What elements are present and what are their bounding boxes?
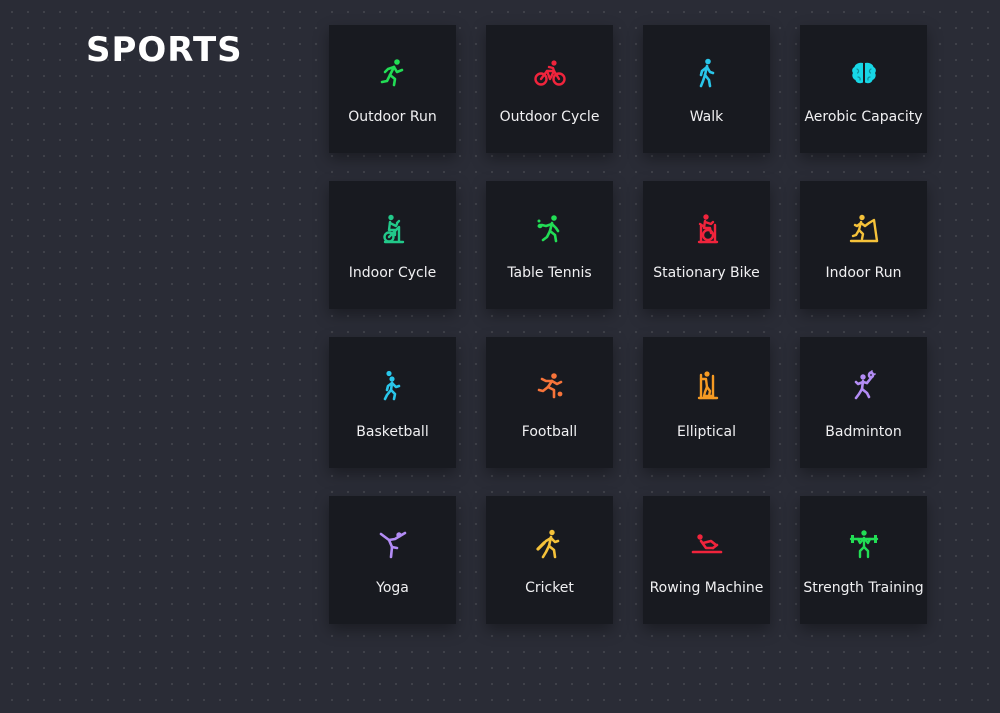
sport-tile-walk[interactable]: Walk	[643, 25, 770, 153]
sport-tile-football[interactable]: Football	[486, 337, 613, 468]
sport-tile-basketball[interactable]: Basketball	[329, 337, 456, 468]
badminton-icon	[848, 370, 880, 402]
sport-tile-badminton[interactable]: Badminton	[800, 337, 927, 468]
sport-tile-yoga[interactable]: Yoga	[329, 496, 456, 624]
outdoor-run-icon	[377, 57, 409, 89]
basketball-icon	[377, 370, 409, 402]
stationary-bike-icon	[691, 213, 723, 245]
rowing-machine-icon	[691, 528, 723, 560]
sport-tile-stationary-bike[interactable]: Stationary Bike	[643, 181, 770, 309]
outdoor-cycle-icon	[533, 57, 566, 89]
sport-label: Strength Training	[803, 580, 924, 596]
strength-training-icon	[848, 528, 880, 560]
sport-tile-indoor-run[interactable]: Indoor Run	[800, 181, 927, 309]
sport-label: Outdoor Run	[348, 109, 437, 125]
sport-label: Indoor Run	[825, 265, 902, 281]
sport-label: Elliptical	[677, 424, 736, 440]
sport-label: Stationary Bike	[653, 265, 760, 281]
sport-label: Cricket	[525, 580, 574, 596]
sport-tile-indoor-cycle[interactable]: Indoor Cycle	[329, 181, 456, 309]
sport-label: Football	[521, 424, 578, 440]
sport-label: Rowing Machine	[649, 580, 764, 596]
indoor-cycle-icon	[377, 213, 409, 245]
sport-tile-table-tennis[interactable]: Table Tennis	[486, 181, 613, 309]
sport-label: Yoga	[376, 580, 409, 596]
football-icon	[534, 370, 566, 402]
sport-tile-elliptical[interactable]: Elliptical	[643, 337, 770, 468]
page-title: SPORTS	[86, 30, 243, 70]
sport-label: Table Tennis	[507, 265, 592, 281]
sport-tile-cricket[interactable]: Cricket	[486, 496, 613, 624]
table-tennis-icon	[534, 213, 566, 245]
elliptical-icon	[691, 370, 723, 402]
yoga-icon	[377, 528, 409, 560]
brain-icon	[848, 57, 880, 89]
sport-label: Outdoor Cycle	[499, 109, 600, 125]
sports-grid: Outdoor Run Outdoor Cycle Walk Aerobic C…	[329, 25, 927, 624]
sport-label: Indoor Cycle	[348, 265, 437, 281]
sport-tile-rowing-machine[interactable]: Rowing Machine	[643, 496, 770, 624]
sport-label: Basketball	[356, 424, 429, 440]
sport-tile-aerobic-capacity[interactable]: Aerobic Capacity	[800, 25, 927, 153]
sport-tile-strength-training[interactable]: Strength Training	[800, 496, 927, 624]
treadmill-icon	[848, 213, 880, 245]
sport-tile-outdoor-run[interactable]: Outdoor Run	[329, 25, 456, 153]
walk-icon	[691, 57, 723, 89]
sport-label: Aerobic Capacity	[804, 109, 923, 125]
cricket-icon	[534, 528, 566, 560]
sport-label: Walk	[689, 109, 724, 125]
sport-tile-outdoor-cycle[interactable]: Outdoor Cycle	[486, 25, 613, 153]
sport-label: Badminton	[825, 424, 902, 440]
